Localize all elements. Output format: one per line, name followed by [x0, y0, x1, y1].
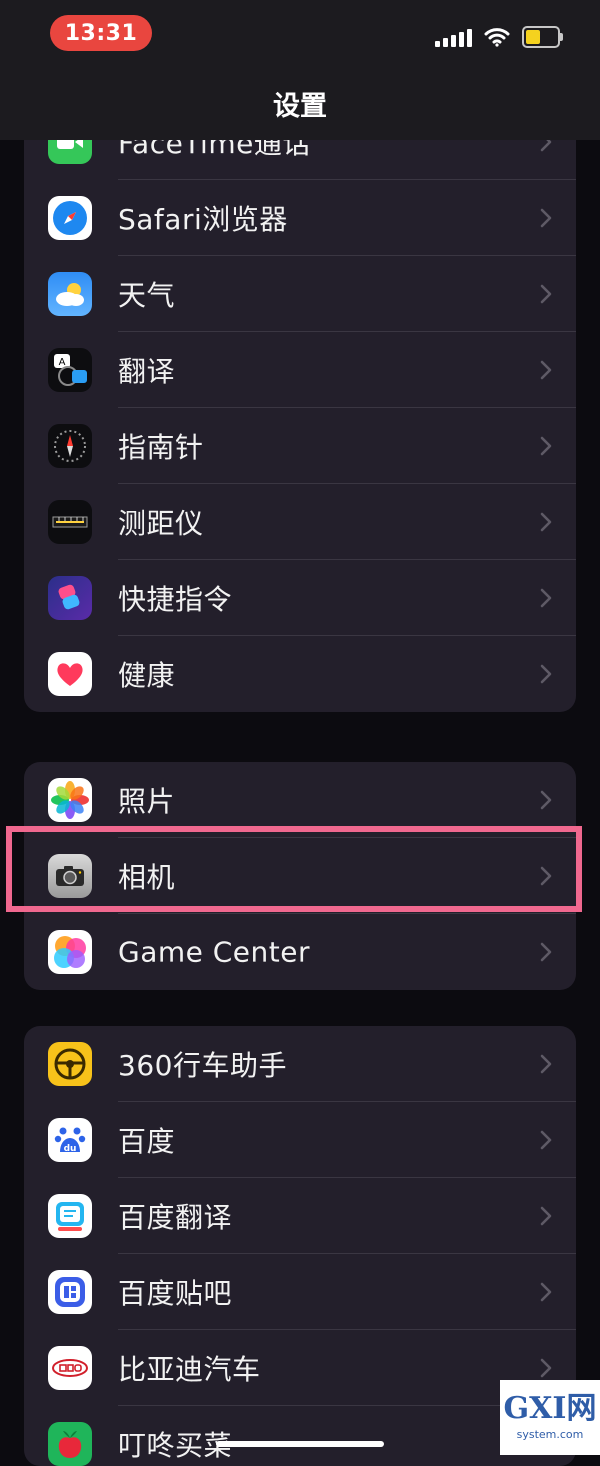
chevron-right-icon — [540, 1282, 552, 1302]
settings-row-measure[interactable]: 测距仪 — [24, 484, 576, 560]
weather-icon — [48, 272, 92, 316]
compass-icon — [48, 424, 92, 468]
safari-icon — [48, 196, 92, 240]
svg-text:du: du — [64, 1144, 77, 1154]
chevron-right-icon — [540, 284, 552, 304]
settings-row-label: 照片 — [118, 785, 176, 818]
photos-icon — [48, 778, 92, 822]
game-center-icon — [48, 930, 92, 974]
camera-icon — [48, 854, 92, 898]
chevron-right-icon — [540, 360, 552, 380]
settings-row-label: 比亚迪汽车 — [118, 1353, 261, 1386]
settings-row-label: 指南针 — [118, 431, 204, 464]
settings-row-label: 翻译 — [118, 355, 176, 388]
chevron-right-icon — [540, 942, 552, 962]
chevron-right-icon — [540, 512, 552, 532]
byd-icon — [48, 1346, 92, 1390]
settings-row-game-center[interactable]: Game Center — [24, 914, 576, 990]
chevron-right-icon — [540, 1054, 552, 1074]
chevron-right-icon — [540, 588, 552, 608]
chevron-right-icon — [540, 208, 552, 228]
shortcuts-icon — [48, 576, 92, 620]
status-icons — [435, 22, 563, 52]
measure-icon — [48, 500, 92, 544]
settings-row-label: 测距仪 — [118, 507, 204, 540]
watermark-logo: GXI网 system.com — [500, 1380, 600, 1455]
settings-row-byd[interactable]: 比亚迪汽车 — [24, 1330, 576, 1406]
settings-row-label: 百度 — [118, 1125, 176, 1158]
settings-row-label: Game Center — [118, 935, 310, 969]
page-title: 设置 — [273, 91, 327, 122]
settings-row-photos[interactable]: 照片 — [24, 762, 576, 838]
chevron-right-icon — [540, 1206, 552, 1226]
home-indicator[interactable] — [216, 1441, 384, 1447]
settings-row-label: 360行车助手 — [118, 1049, 287, 1082]
watermark-subtext: system.com — [516, 1428, 584, 1441]
settings-row-label: 天气 — [118, 279, 176, 312]
settings-group-apps-3: 360行车助手 du 百度 百度翻译 百度贴吧 比亚迪汽车 叮咚买菜 — [24, 1026, 576, 1466]
chevron-right-icon — [540, 436, 552, 456]
navigation-bar: 13:31 设置 — [0, 0, 600, 140]
settings-row-label: 百度翻译 — [118, 1201, 233, 1234]
chevron-right-icon — [540, 664, 552, 684]
baidu-icon: du — [48, 1118, 92, 1162]
settings-row-baidu[interactable]: du 百度 — [24, 1102, 576, 1178]
watermark-text: GXI网 — [503, 1391, 597, 1426]
settings-row-baidu-tieba[interactable]: 百度贴吧 — [24, 1254, 576, 1330]
settings-row-360-drive[interactable]: 360行车助手 — [24, 1026, 576, 1102]
battery-icon — [522, 26, 563, 48]
wifi-icon — [484, 28, 510, 47]
settings-row-dingdong[interactable]: 叮咚买菜 — [24, 1406, 576, 1466]
settings-group-media: 照片 相机 Game Center — [24, 762, 576, 990]
settings-group-apps-1: FaceTime通话 Safari浏览器 天气 A 翻译 指南针 测距仪 快捷指… — [24, 104, 576, 712]
settings-row-label: 快捷指令 — [118, 583, 233, 616]
baidu-translate-icon — [48, 1194, 92, 1238]
settings-row-label: 叮咚买菜 — [118, 1429, 233, 1462]
settings-row-label: Safari浏览器 — [118, 203, 288, 236]
settings-row-weather[interactable]: 天气 — [24, 256, 576, 332]
settings-row-health[interactable]: 健康 — [24, 636, 576, 712]
dingdong-icon — [48, 1422, 92, 1466]
settings-row-label: 相机 — [118, 861, 176, 894]
settings-row-safari[interactable]: Safari浏览器 — [24, 180, 576, 256]
chevron-right-icon — [540, 1358, 552, 1378]
settings-row-shortcuts[interactable]: 快捷指令 — [24, 560, 576, 636]
settings-row-label: 健康 — [118, 659, 176, 692]
translate-icon: A — [48, 348, 92, 392]
chevron-right-icon — [540, 866, 552, 886]
settings-row-baidu-translate[interactable]: 百度翻译 — [24, 1178, 576, 1254]
status-time[interactable]: 13:31 — [50, 15, 152, 51]
settings-row-label: 百度贴吧 — [118, 1277, 233, 1310]
svg-text:A: A — [59, 357, 66, 368]
chevron-right-icon — [540, 790, 552, 810]
settings-row-camera[interactable]: 相机 — [24, 838, 576, 914]
baidu-tieba-icon — [48, 1270, 92, 1314]
settings-row-translate[interactable]: A 翻译 — [24, 332, 576, 408]
360-drive-icon — [48, 1042, 92, 1086]
health-icon — [48, 652, 92, 696]
signal-icon — [435, 27, 472, 47]
settings-row-compass[interactable]: 指南针 — [24, 408, 576, 484]
chevron-right-icon — [540, 1130, 552, 1150]
